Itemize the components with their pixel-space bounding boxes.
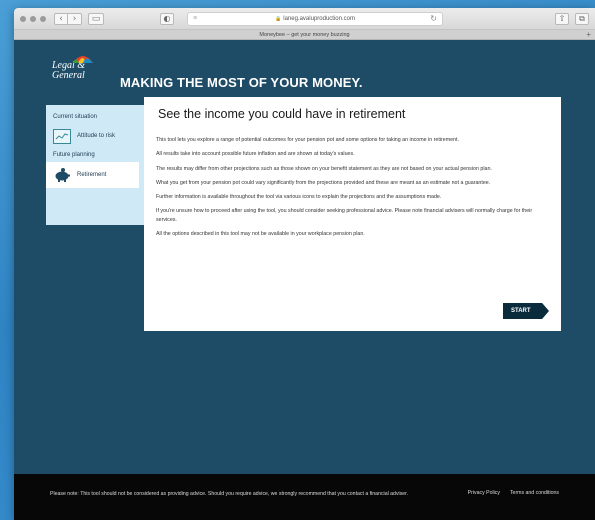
forward-button[interactable]: › — [68, 12, 82, 25]
sidebar-item-attitude-to-risk[interactable]: Attitude to risk — [46, 124, 146, 148]
piggy-bank-icon — [53, 168, 71, 183]
start-button[interactable]: START — [503, 303, 549, 319]
tab-bar: Moneybee – get your money buzzing + — [14, 30, 595, 40]
intro-paragraph: All the options described in this tool m… — [156, 231, 365, 238]
page-headline: MAKING THE MOST OF YOUR MONEY. — [120, 75, 363, 90]
sidebar-section-future: Future planning — [53, 152, 95, 158]
new-tab-icon[interactable]: + — [586, 30, 591, 40]
panel-title: See the income you could have in retirem… — [158, 107, 406, 121]
sidebar-item-retirement[interactable]: Retirement — [46, 162, 139, 188]
reader-icon[interactable]: ≡ — [193, 15, 197, 22]
browser-titlebar: ‹ › ▭ ◐ ≡ 🔒 laneg.avaluproduction.com ↻ … — [14, 8, 595, 30]
tab-title[interactable]: Moneybee – get your money buzzing — [259, 32, 349, 38]
minimize-window-button[interactable] — [30, 15, 36, 22]
intro-paragraph: What you get from your pension pot could… — [156, 179, 491, 186]
terms-link[interactable]: Terms and conditions — [510, 490, 559, 496]
logo-line-2: General — [52, 70, 85, 81]
sidebar-item-label: Attitude to risk — [77, 133, 116, 139]
intro-panel: See the income you could have in retirem… — [144, 97, 561, 331]
window-controls — [20, 15, 46, 22]
browser-window: ‹ › ▭ ◐ ≡ 🔒 laneg.avaluproduction.com ↻ … — [14, 8, 595, 520]
intro-paragraph: All results take into account possible f… — [156, 151, 355, 158]
intro-paragraph: This tool lets you explore a range of po… — [156, 137, 459, 143]
sidebar-section-current: Current situation — [53, 114, 98, 120]
footer-links: Privacy Policy Terms and conditions — [468, 490, 559, 496]
intro-paragraph: Further information is available through… — [156, 194, 442, 201]
sidebar-item-label: Retirement — [77, 172, 107, 178]
url-text: laneg.avaluproduction.com — [283, 16, 355, 22]
lock-icon: 🔒 — [275, 16, 282, 22]
intro-paragraph: The results may differ from other projec… — [156, 165, 492, 172]
sidebar-nav: Current situation Attitude to risk Futur… — [46, 105, 146, 225]
history-nav: ‹ › — [54, 12, 82, 25]
chevron-left-icon: ‹ — [59, 13, 63, 24]
intro-paragraph: If you're unsure how to proceed after us… — [156, 208, 533, 223]
zoom-window-button[interactable] — [40, 15, 46, 22]
shield-icon: ◐ — [163, 14, 171, 23]
umbrella-icon — [73, 56, 93, 63]
reload-icon[interactable]: ↻ — [430, 14, 437, 23]
tabs-overview-button[interactable]: ⧉ — [575, 13, 589, 25]
line-chart-icon — [53, 128, 71, 144]
share-icon: ⇧ — [558, 14, 566, 23]
address-bar[interactable]: ≡ 🔒 laneg.avaluproduction.com ↻ — [187, 12, 443, 26]
page-footer: Please note: This tool should not be con… — [14, 474, 595, 520]
share-button[interactable]: ⇧ — [555, 13, 569, 25]
tabs-icon: ⧉ — [579, 14, 585, 23]
privacy-shield-button[interactable]: ◐ — [160, 13, 174, 25]
footer-disclaimer: Please note: This tool should not be con… — [50, 491, 409, 497]
page-content: Legal & General MAKING THE MOST OF YOUR … — [14, 41, 595, 520]
sidebar-toggle-button[interactable]: ▭ — [88, 12, 104, 25]
chevron-right-icon: › — [72, 13, 77, 24]
privacy-policy-link[interactable]: Privacy Policy — [468, 490, 500, 496]
sidebar-icon: ▭ — [91, 13, 101, 24]
close-window-button[interactable] — [20, 15, 26, 22]
brand-logo[interactable]: Legal & General — [52, 56, 93, 81]
back-button[interactable]: ‹ — [54, 12, 68, 25]
